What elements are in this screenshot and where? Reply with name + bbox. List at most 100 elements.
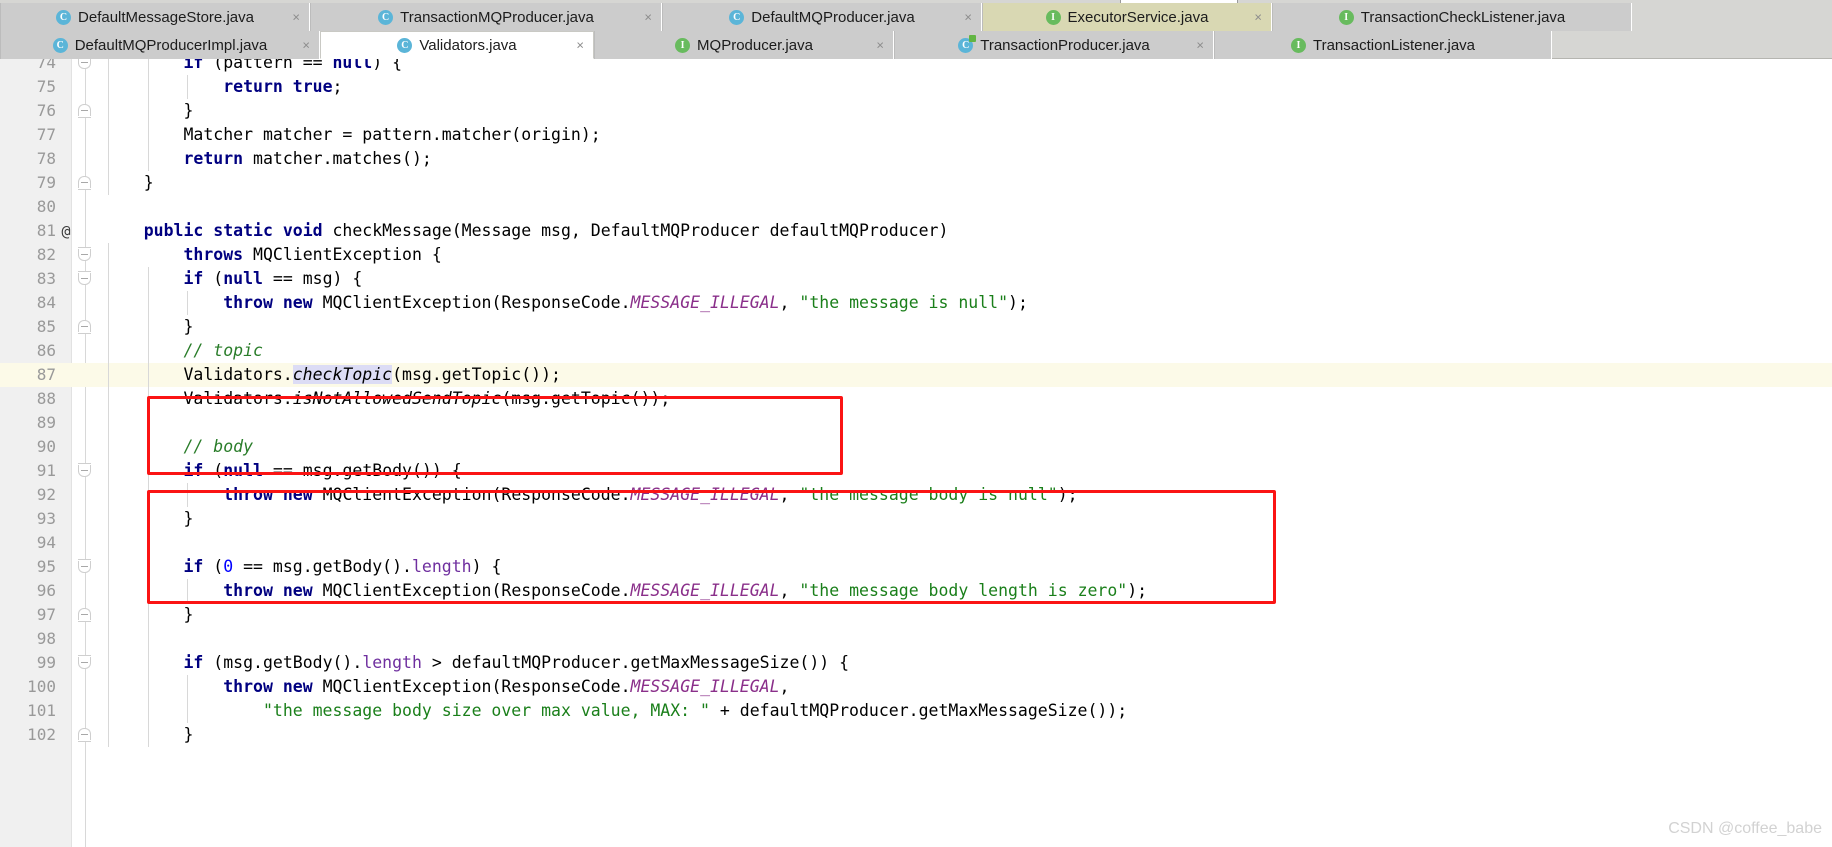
code-text[interactable]: } [104,99,193,123]
code-text[interactable]: return true; [104,75,342,99]
code-text[interactable]: if (msg.getBody().length > defaultMQProd… [104,651,849,675]
code-line[interactable]: 91 if (null == msg.getBody()) { [0,459,1832,483]
code-text[interactable]: throw new MQClientException(ResponseCode… [104,291,1028,315]
code-line[interactable]: 94 [0,531,1832,555]
tab-close-icon[interactable]: × [292,11,300,24]
code-lines-container[interactable]: 74 if (pattern == null) {75 return true;… [0,59,1832,847]
line-number: 79 [36,173,56,192]
code-fold-up-icon[interactable] [78,176,91,190]
code-fold-down-icon[interactable] [78,271,91,285]
code-text[interactable]: if (0 == msg.getBody().length) { [104,555,501,579]
tab-close-icon[interactable]: × [1196,39,1204,52]
editor-tab-mqproducer[interactable]: I MQProducer.java × [594,31,894,59]
code-text[interactable]: throws MQClientException { [104,243,441,267]
editor-tab-transactionlistener[interactable]: I TransactionListener.java [1214,31,1552,59]
editor-tab-executorservice[interactable]: I ExecutorService.java × [982,3,1272,31]
code-text[interactable]: "the message body size over max value, M… [104,699,1127,723]
code-token: } [104,725,194,744]
code-token: == msg) { [262,269,363,288]
code-fold-down-icon[interactable] [78,463,91,477]
code-line[interactable]: 95 if (0 == msg.getBody().length) { [0,555,1832,579]
tab-close-icon[interactable]: × [644,11,652,24]
code-text[interactable]: } [104,723,193,747]
tab-close-icon[interactable]: × [876,39,884,52]
code-text[interactable]: if (null == msg) { [104,267,362,291]
code-line[interactable]: 90 // body [0,435,1832,459]
code-text[interactable]: if (null == msg.getBody()) { [104,459,461,483]
code-line[interactable]: 98 [0,627,1832,651]
code-text[interactable]: } [104,171,154,195]
editor-tab-defaultmqproducerimpl[interactable]: C DefaultMQProducerImpl.java × [0,31,320,59]
code-line[interactable]: 101 "the message body size over max valu… [0,699,1832,723]
code-fold-down-icon[interactable] [78,655,91,669]
code-line[interactable]: 75 return true; [0,75,1832,99]
tab-close-icon[interactable]: × [576,39,584,52]
code-line[interactable]: 76 } [0,99,1832,123]
code-line[interactable]: 78 return matcher.matches(); [0,147,1832,171]
code-text[interactable]: throw new MQClientException(ResponseCode… [104,579,1147,603]
tab-content: I TransactionListener.java [1290,37,1475,53]
line-number: 102 [27,725,56,744]
editor-tab-transactionchecklistener[interactable]: I TransactionCheckListener.java [1272,3,1632,31]
code-line[interactable]: 97 } [0,603,1832,627]
code-line[interactable]: 100 throw new MQClientException(Response… [0,675,1832,699]
code-fold-down-icon[interactable] [78,59,91,69]
code-text[interactable]: throw new MQClientException(ResponseCode… [104,675,789,699]
code-line[interactable]: 84 throw new MQClientException(ResponseC… [0,291,1832,315]
annotation-gutter-marker[interactable]: @ [58,219,74,243]
code-line[interactable]: 79 } [0,171,1832,195]
code-fold-up-icon[interactable] [78,104,91,118]
java-class-icon: C [729,9,745,25]
code-line[interactable]: 88 Validators.isNotAllowedSendTopic(msg.… [0,387,1832,411]
code-text[interactable]: } [104,507,193,531]
code-token: (msg.getTopic()); [392,365,561,384]
code-text[interactable]: return matcher.matches(); [104,147,431,171]
line-number: 96 [36,581,56,600]
code-line[interactable]: 80 [0,195,1832,219]
line-number: 92 [36,485,56,504]
editor-tab-validators[interactable]: C Validators.java × [320,31,594,59]
code-editor[interactable]: 74 if (pattern == null) {75 return true;… [0,59,1832,847]
code-fold-up-icon[interactable] [78,728,91,742]
code-fold-down-icon[interactable] [78,559,91,573]
code-text[interactable]: } [104,315,193,339]
editor-tab-defaultmessagestore[interactable]: C DefaultMessageStore.java × [0,3,310,31]
code-text[interactable]: if (pattern == null) { [104,59,402,75]
tab-close-icon[interactable]: × [964,11,972,24]
tab-label: DefaultMessageStore.java [78,8,254,26]
code-line[interactable]: 99 if (msg.getBody().length > defaultMQP… [0,651,1832,675]
code-line[interactable]: 85 } [0,315,1832,339]
editor-tab-transactionproducer[interactable]: C TransactionProducer.java × [894,31,1214,59]
code-fold-up-icon[interactable] [78,320,91,334]
line-number: 80 [36,197,56,216]
code-token: "the message body size over max value, M… [262,701,710,720]
code-line[interactable]: 81 @ public static void checkMessage(Mess… [0,219,1832,243]
code-token: new [282,581,313,600]
code-line[interactable]: 92 throw new MQClientException(ResponseC… [0,483,1832,507]
indent-guide [147,411,149,435]
code-line[interactable]: 102 } [0,723,1832,747]
code-line[interactable]: 89 [0,411,1832,435]
code-line[interactable]: 77 Matcher matcher = pattern.matcher(ori… [0,123,1832,147]
code-line[interactable]: 83 if (null == msg) { [0,267,1832,291]
code-fold-down-icon[interactable] [78,247,91,261]
code-text[interactable]: Validators.isNotAllowedSendTopic(msg.get… [104,387,670,411]
code-text[interactable]: // topic [104,339,262,363]
editor-tab-transactionmqproducer[interactable]: C TransactionMQProducer.java × [310,3,662,31]
code-text[interactable]: Matcher matcher = pattern.matcher(origin… [104,123,600,147]
code-text[interactable]: // body [104,435,253,459]
tab-close-icon[interactable]: × [1254,11,1262,24]
code-line[interactable]: 87 Validators.checkTopic(msg.getTopic())… [0,363,1832,387]
code-text[interactable]: Validators.checkTopic(msg.getTopic()); [104,363,561,387]
code-text[interactable]: throw new MQClientException(ResponseCode… [104,483,1077,507]
tab-close-icon[interactable]: × [302,39,310,52]
code-line[interactable]: 96 throw new MQClientException(ResponseC… [0,579,1832,603]
code-line[interactable]: 74 if (pattern == null) { [0,59,1832,75]
code-fold-up-icon[interactable] [78,608,91,622]
code-line[interactable]: 86 // topic [0,339,1832,363]
code-text[interactable]: public static void checkMessage(Message … [104,219,949,243]
code-text[interactable]: } [104,603,193,627]
editor-tab-defaultmqproducer[interactable]: C DefaultMQProducer.java × [662,3,982,31]
code-line[interactable]: 82 throws MQClientException { [0,243,1832,267]
code-line[interactable]: 93 } [0,507,1832,531]
